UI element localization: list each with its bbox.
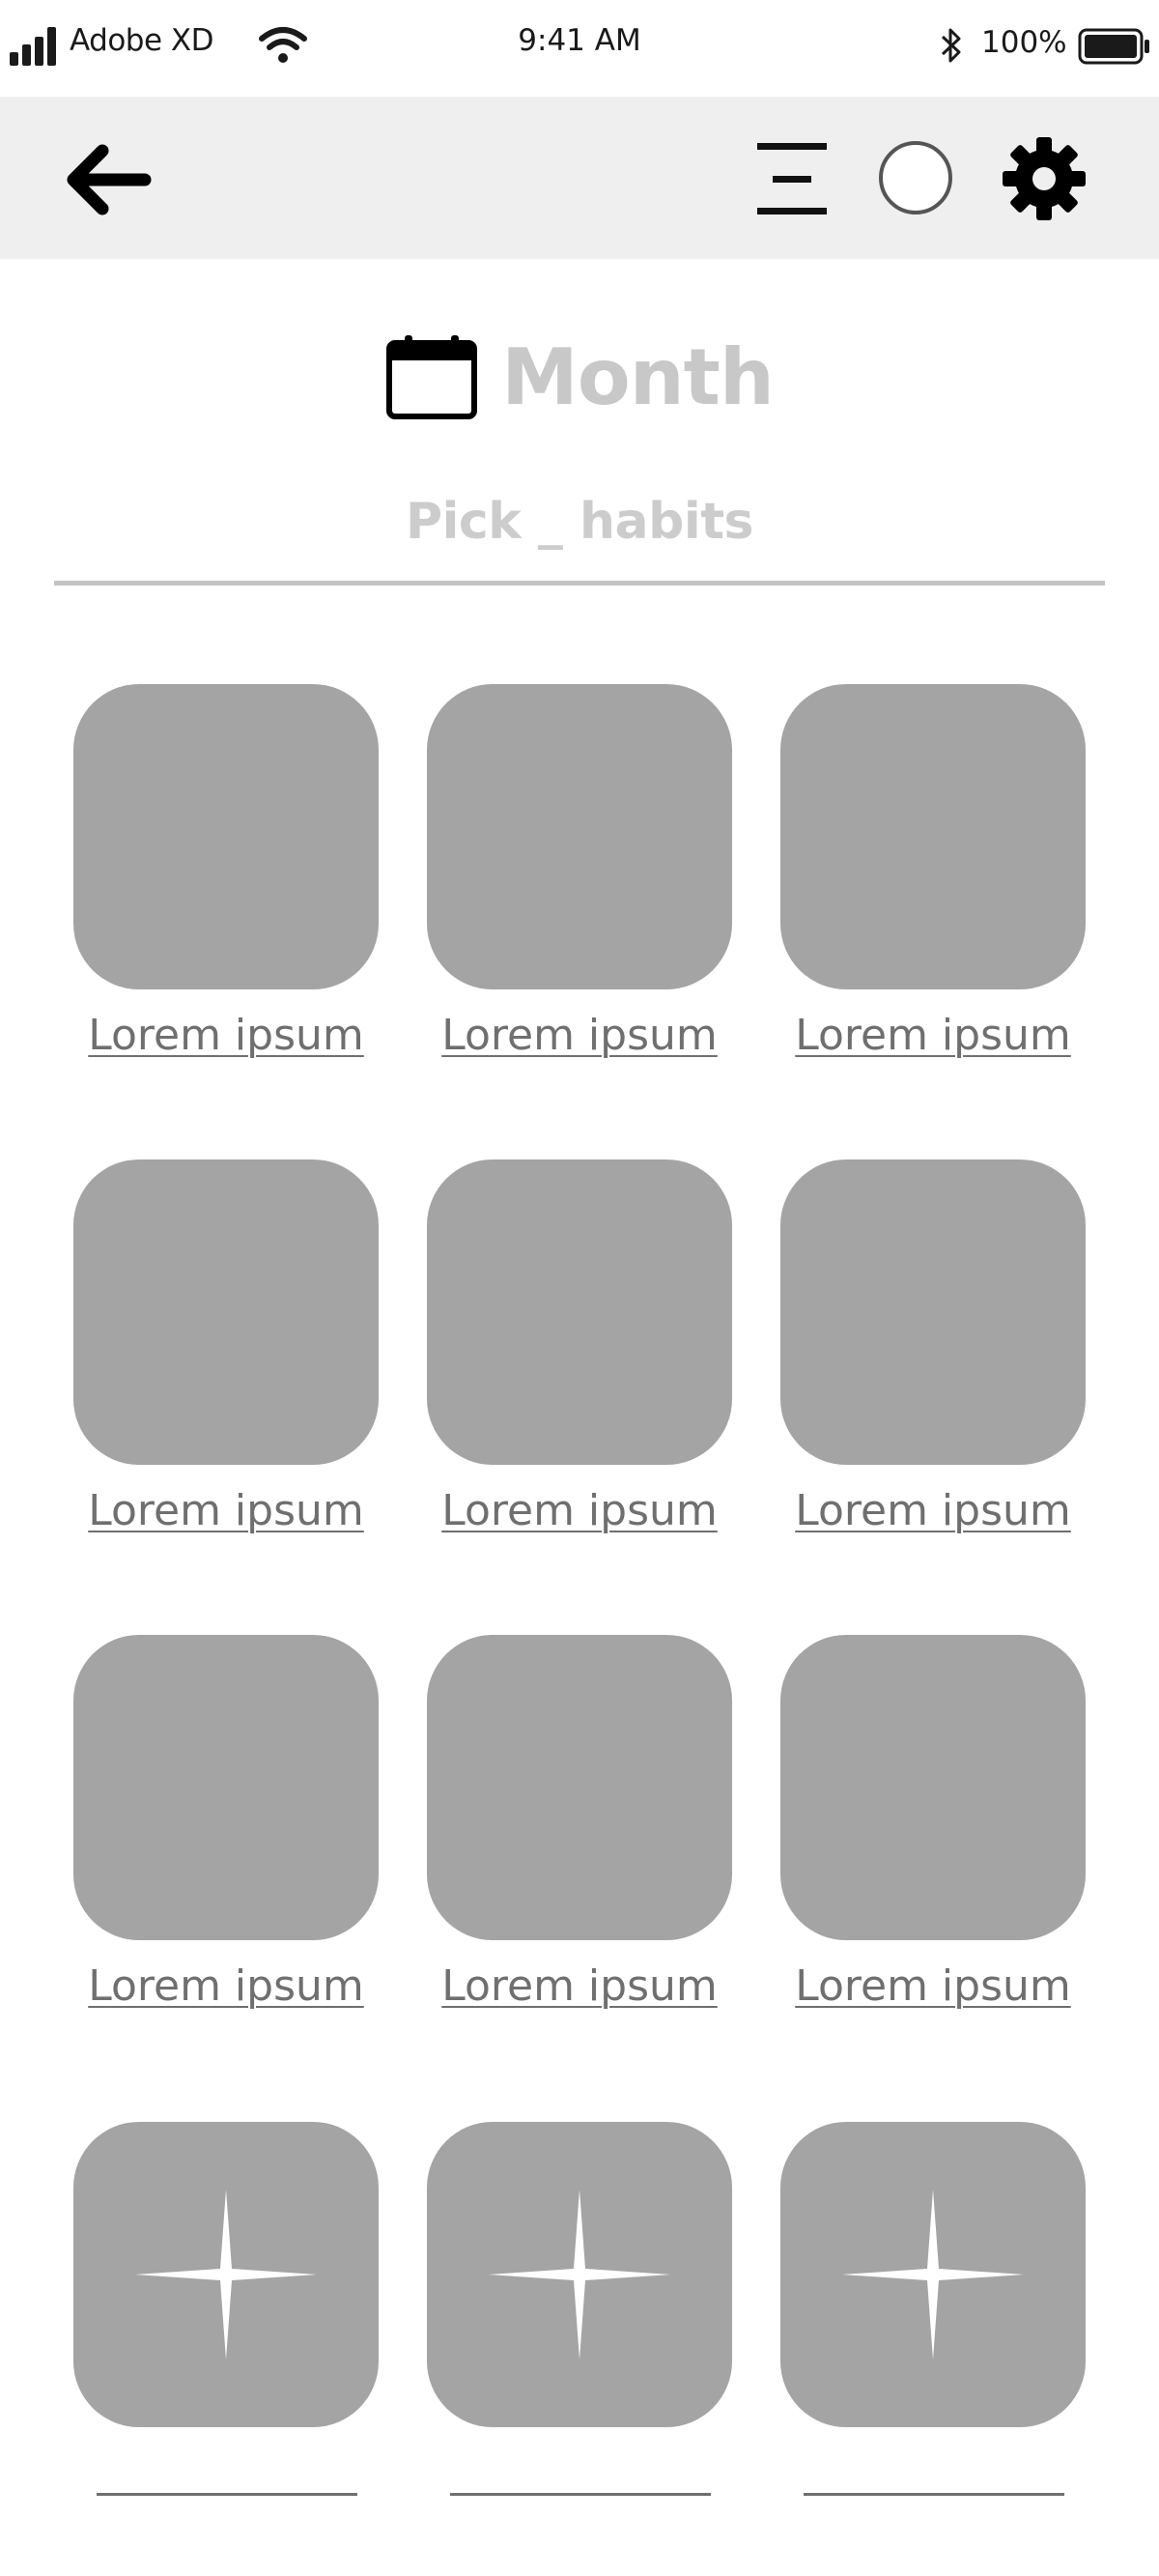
empty-habit-slot[interactable] [73, 2122, 379, 2427]
arrow-left-icon [67, 144, 152, 215]
empty-habit-slot[interactable] [427, 2122, 732, 2427]
empty-label-line [450, 2493, 711, 2496]
empty-habit-slot[interactable] [780, 2122, 1086, 2427]
habit-label[interactable]: Lorem ipsum [427, 1961, 732, 2011]
nav-bar [0, 97, 1159, 259]
page-title-row: Month [0, 329, 1159, 425]
menu-icon [757, 143, 827, 215]
habit-label[interactable]: Lorem ipsum [780, 1011, 1086, 1060]
empty-label-line [804, 2493, 1064, 2496]
habit-tile[interactable] [780, 1159, 1086, 1465]
habit-tile[interactable] [427, 1635, 732, 1940]
battery-percent: 100% [981, 25, 1067, 60]
sparkle-icon [842, 2190, 1024, 2360]
empty-label-line [97, 2493, 357, 2496]
habit-tile[interactable] [780, 1635, 1086, 1940]
gear-icon [1003, 137, 1086, 220]
page-title: Month [501, 331, 775, 422]
habit-label[interactable]: Lorem ipsum [427, 1011, 732, 1060]
circle-icon [879, 141, 952, 215]
back-button[interactable] [64, 141, 153, 218]
habit-tile[interactable] [427, 684, 732, 989]
battery-icon [1078, 27, 1151, 66]
menu-button[interactable] [753, 141, 831, 216]
habit-label[interactable]: Lorem ipsum [427, 1486, 732, 1535]
habit-tile[interactable] [73, 1635, 379, 1940]
habit-tile[interactable] [780, 684, 1086, 989]
status-bar: Adobe XD 9:41 AM 100% [0, 0, 1159, 97]
habit-tile[interactable] [73, 684, 379, 989]
circle-button[interactable] [877, 139, 954, 216]
page-subtitle: Pick _ habits [405, 493, 754, 551]
habit-tile[interactable] [427, 1159, 732, 1465]
sparkle-icon [135, 2190, 317, 2360]
habit-label[interactable]: Lorem ipsum [780, 1961, 1086, 2011]
bluetooth-icon [939, 25, 964, 66]
habit-tile[interactable] [73, 1159, 379, 1465]
habit-label[interactable]: Lorem ipsum [73, 1486, 379, 1535]
sparkle-icon [489, 2190, 670, 2360]
habit-label[interactable]: Lorem ipsum [780, 1486, 1086, 1535]
calendar-icon [386, 335, 478, 419]
habit-label[interactable]: Lorem ipsum [73, 1011, 379, 1060]
divider [54, 581, 1105, 586]
habit-label[interactable]: Lorem ipsum [73, 1961, 379, 2011]
habit-picker-screen: Adobe XD 9:41 AM 100% Month Pick _ habit… [0, 0, 1159, 2576]
settings-button[interactable] [1001, 135, 1088, 222]
